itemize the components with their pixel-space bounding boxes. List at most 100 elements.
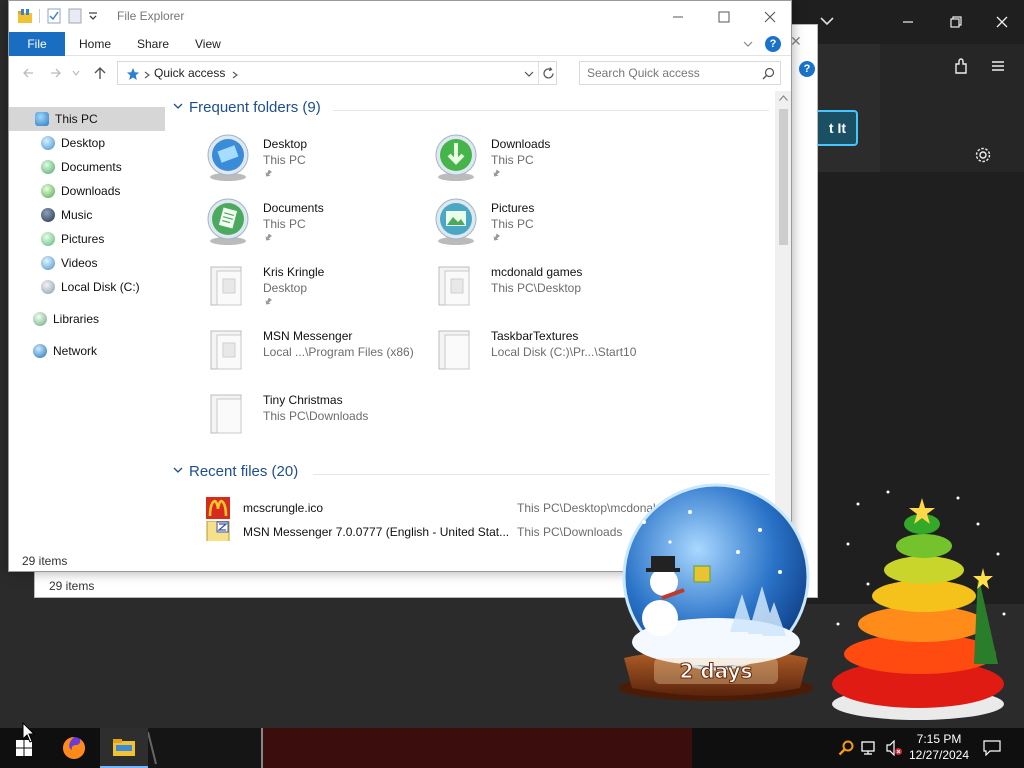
restore-button[interactable]	[944, 10, 968, 34]
scroll-up-icon[interactable]	[778, 94, 789, 105]
downloads-folder-icon	[435, 134, 477, 181]
tab-home[interactable]: Home	[65, 32, 125, 56]
folder-location: This PC	[263, 217, 306, 231]
folder-item-msn-messenger[interactable]: MSN Messenger Local ...\Program Files (x…	[205, 325, 433, 383]
sidebar-item-label: Network	[53, 344, 98, 358]
sidebar-item-downloads[interactable]: Downloads	[9, 179, 165, 203]
tab-view[interactable]: View	[181, 32, 235, 56]
menu-icon[interactable]	[990, 58, 1006, 74]
breadcrumb[interactable]: Quick access	[154, 66, 225, 80]
folder-location: This PC\Downloads	[263, 409, 369, 423]
sidebar-item-documents[interactable]: Documents	[9, 155, 165, 179]
search-input[interactable]: Search Quick access	[579, 61, 781, 85]
frequent-folders-header[interactable]: Frequent folders (9)	[173, 99, 321, 116]
chevron-down-icon[interactable]	[818, 12, 836, 30]
folder-icon	[438, 330, 470, 370]
sidebar-item-videos[interactable]: Videos	[9, 251, 165, 275]
up-button[interactable]	[91, 65, 109, 81]
titlebar[interactable]: File Explorer	[9, 1, 791, 32]
search-tray-icon[interactable]	[836, 738, 856, 758]
expand-ribbon-icon[interactable]	[743, 39, 753, 49]
get-it-label: t It	[828, 120, 846, 136]
pin-icon	[263, 169, 273, 179]
sidebar-item-pictures[interactable]: Pictures	[9, 227, 165, 251]
customize-toolbar-icon[interactable]	[88, 11, 98, 21]
breadcrumb-chevron-icon[interactable]	[232, 71, 238, 79]
pin-icon	[263, 233, 273, 243]
folder-name: Tiny Christmas	[263, 393, 343, 407]
tab-file[interactable]: File	[9, 32, 65, 56]
new-folder-icon[interactable]	[68, 8, 82, 24]
address-bar[interactable]: Quick access	[117, 61, 557, 85]
folder-item-kris-kringle[interactable]: Kris Kringle Desktop	[205, 261, 433, 319]
folder-item-desktop[interactable]: Desktop This PC	[205, 133, 433, 191]
sidebar-item-desktop[interactable]: Desktop	[9, 131, 165, 155]
folder-icon	[210, 330, 242, 370]
sidebar-item-libraries[interactable]: Libraries	[9, 307, 165, 331]
maximize-button[interactable]	[701, 1, 747, 32]
action-center-icon[interactable]	[982, 738, 1002, 758]
back-button[interactable]	[19, 65, 37, 81]
sidebar-item-network[interactable]: Network	[9, 339, 165, 363]
folder-name: Pictures	[491, 201, 535, 215]
vertical-scrollbar[interactable]	[775, 91, 791, 541]
folder-item-pictures[interactable]: Pictures This PC	[433, 197, 661, 255]
gear-icon[interactable]	[974, 146, 992, 164]
close-button[interactable]	[990, 10, 1014, 34]
folder-item-documents[interactable]: Documents This PC	[205, 197, 433, 255]
folder-item-downloads[interactable]: Downloads This PC	[433, 133, 661, 191]
recent-file-path: This PC\Downloads	[517, 525, 623, 539]
scroll-thumb[interactable]	[779, 109, 788, 245]
collapse-chevron-icon[interactable]	[173, 102, 183, 113]
close-button[interactable]	[747, 1, 791, 32]
network-tray-icon[interactable]	[860, 738, 880, 758]
recent-file-name: MSN Messenger 7.0.0777 (English - United…	[243, 525, 510, 539]
collapse-chevron-icon[interactable]	[173, 466, 183, 477]
music-icon	[41, 208, 55, 222]
refresh-icon[interactable]	[542, 67, 555, 80]
sidebar-item-label: Videos	[61, 256, 98, 270]
forward-button[interactable]	[47, 65, 65, 81]
properties-icon[interactable]	[46, 8, 62, 24]
folder-location: This PC\Desktop	[491, 281, 582, 295]
sidebar-item-label: This PC	[55, 112, 98, 126]
sidebar-item-music[interactable]: Music	[9, 203, 165, 227]
recent-files-header[interactable]: Recent files (20)	[173, 463, 298, 480]
taskbar: 7:15 PM 12/27/2024	[0, 728, 1024, 768]
sidebar-item-this-pc[interactable]: This PC	[9, 107, 165, 131]
folder-item-taskbartextures[interactable]: TaskbarTextures Local Disk (C:)\Pr...\St…	[433, 325, 661, 383]
sidebar-item-label: Downloads	[61, 184, 121, 198]
ribbon: File Home Share View ?	[9, 32, 791, 56]
taskbar-firefox[interactable]	[50, 728, 98, 768]
help-icon[interactable]: ?	[799, 61, 815, 77]
address-dropdown-icon[interactable]	[524, 70, 534, 78]
tab-share[interactable]: Share	[123, 32, 183, 56]
folder-name: TaskbarTextures	[491, 329, 579, 343]
search-icon[interactable]	[762, 67, 775, 80]
sidebar-item-label: Desktop	[61, 136, 106, 150]
folder-icon	[210, 266, 242, 306]
breadcrumb-chevron-icon[interactable]	[144, 71, 150, 79]
get-it-button[interactable]: t It	[812, 110, 858, 146]
sidebar-item-local-disk[interactable]: Local Disk (C:)	[9, 275, 165, 299]
clock-date: 12/27/2024	[908, 748, 970, 762]
background-app-side	[880, 44, 1024, 172]
help-icon[interactable]: ?	[765, 36, 781, 52]
minimize-button[interactable]	[655, 1, 701, 32]
folder-item-mcdonald-games[interactable]: mcdonald games This PC\Desktop	[433, 261, 661, 319]
recent-locations-button[interactable]	[71, 65, 81, 81]
folder-name: MSN Messenger	[263, 329, 353, 343]
taskbar-file-explorer[interactable]	[100, 728, 148, 768]
minimize-button[interactable]	[896, 10, 920, 34]
folder-item-tiny-christmas[interactable]: Tiny Christmas This PC\Downloads	[205, 389, 433, 447]
clock[interactable]: 7:15 PM 12/27/2024	[900, 731, 978, 763]
folder-location: This PC	[491, 153, 534, 167]
address-row: Quick access Search Quick access	[9, 57, 791, 89]
folder-icon	[210, 394, 242, 434]
folder-location: Local ...\Program Files (x86)	[263, 345, 414, 359]
explorer-app-icon[interactable]	[17, 8, 33, 24]
snow-globe-widget[interactable]: 2 days	[610, 482, 822, 704]
extensions-icon[interactable]	[952, 56, 972, 76]
christmas-tree-decoration[interactable]	[828, 484, 1024, 726]
sidebar-item-label: Pictures	[61, 232, 105, 246]
